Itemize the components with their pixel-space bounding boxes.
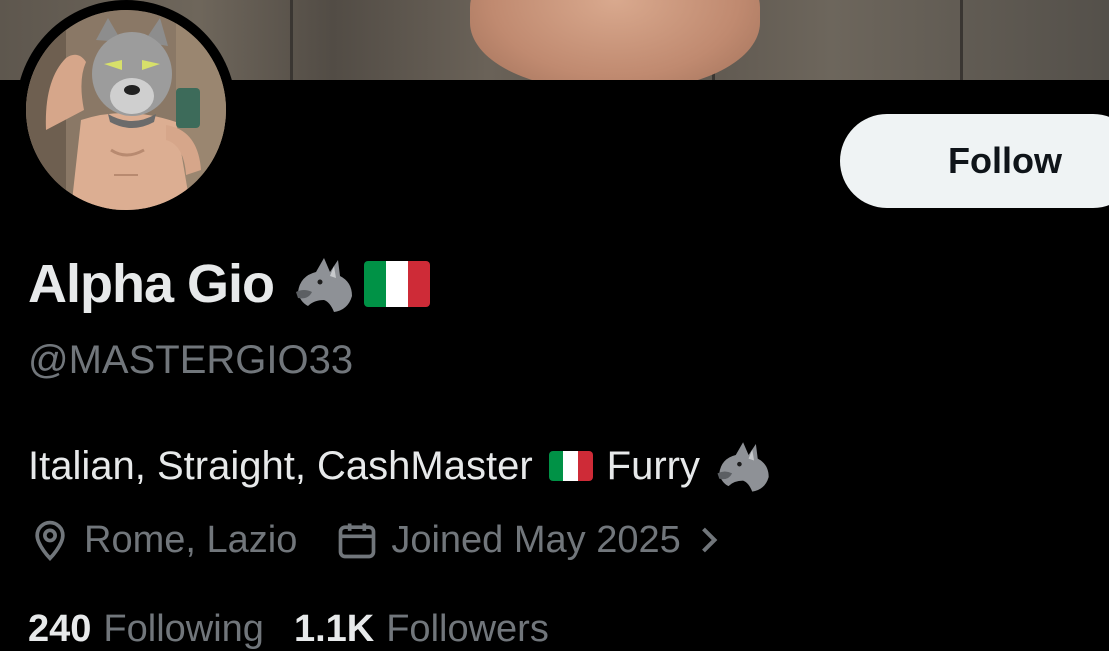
bio-text-2: Furry (606, 443, 700, 488)
banner-photo-subject (470, 0, 760, 80)
follow-stats: 240 Following 1.1K Followers (28, 608, 549, 651)
followers-label: Followers (386, 608, 549, 650)
followers-count: 1.1K (293, 608, 375, 650)
wolf-emoji-icon (712, 436, 776, 496)
display-name: Alpha Gio (28, 254, 275, 314)
name-row: Alpha Gio (28, 252, 430, 316)
location-text: Rome, Lazio (84, 518, 298, 561)
followers-link[interactable]: 1.1K Followers (294, 608, 549, 651)
wolf-emoji-icon (290, 252, 360, 316)
avatar[interactable] (16, 0, 236, 220)
calendar-icon (335, 518, 379, 562)
location-pin-icon (28, 518, 72, 562)
italy-flag-emoji-icon (364, 261, 430, 307)
profile-bio: Italian, Straight, CashMaster Furry (28, 436, 776, 496)
banner-tile (760, 0, 963, 80)
follow-button[interactable]: Follow (840, 114, 1109, 208)
bio-text: Italian, Straight, CashMaster (28, 443, 533, 488)
following-count: 240 (28, 608, 92, 650)
following-link[interactable]: 240 Following (28, 608, 264, 651)
profile-meta: Rome, Lazio Joined May 2025 (28, 518, 723, 562)
joined-date[interactable]: Joined May 2025 (391, 519, 680, 562)
avatar-photo (26, 10, 226, 210)
avatar-illustration (26, 10, 226, 210)
following-label: Following (103, 608, 264, 650)
chevron-right-icon[interactable] (695, 518, 723, 562)
italy-flag-emoji-icon (548, 451, 593, 481)
profile-handle: @MASTERGIO33 (28, 338, 354, 382)
